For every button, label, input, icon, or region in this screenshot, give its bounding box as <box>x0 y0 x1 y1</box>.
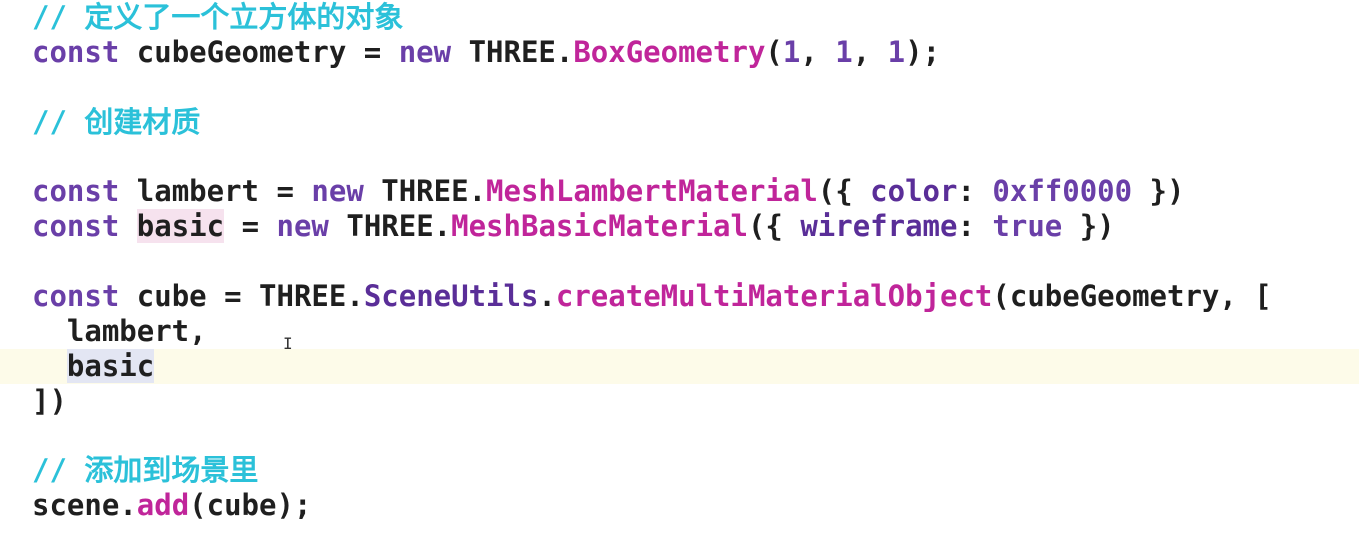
function-MeshLambertMaterial: MeshLambertMaterial <box>486 174 818 208</box>
colon: : <box>957 174 993 208</box>
brace-open: ({ <box>747 209 801 243</box>
identifier-THREE: THREE <box>468 35 556 69</box>
identifier-basic-highlighted: basic <box>136 209 225 243</box>
keyword-new: new <box>311 174 364 208</box>
bracket-open: , [ <box>1219 279 1272 313</box>
colon: : <box>957 209 993 243</box>
code-line-7[interactable]: const basic = new THREE.MeshBasicMateria… <box>0 209 1359 244</box>
ibeam-cursor-icon: I <box>283 334 293 353</box>
identifier-lambert: lambert <box>136 174 259 208</box>
operator-equals: = <box>224 279 242 313</box>
dot: . <box>538 279 556 313</box>
brace-close: }) <box>1062 209 1115 243</box>
function-createMultiMaterialObject: createMultiMaterialObject <box>555 279 993 313</box>
keyword-const: const <box>32 35 120 69</box>
code-line-4[interactable]: // 创建材质 <box>0 105 1359 140</box>
keyword-new: new <box>398 35 452 69</box>
dot: . <box>468 174 487 208</box>
function-MeshBasicMaterial: MeshBasicMaterial <box>451 209 748 243</box>
property-color: color <box>870 174 958 208</box>
identifier-SceneUtils: SceneUtils <box>363 279 539 313</box>
identifier-THREE: THREE <box>346 209 434 243</box>
identifier-scene: scene <box>32 488 120 522</box>
paren-open: ( <box>189 488 207 522</box>
comment-define-cube: // 定义了一个立方体的对象 <box>32 0 404 34</box>
paren-close: ); <box>905 35 941 69</box>
code-line-6[interactable]: const lambert = new THREE.MeshLambertMat… <box>0 174 1359 209</box>
code-line-15[interactable]: scene.add(cube); <box>0 488 1359 523</box>
hex-value: 0xff0000 <box>992 174 1133 208</box>
dot: . <box>119 488 137 522</box>
code-line-10[interactable]: lambert, <box>0 314 1359 349</box>
code-editor[interactable]: // 定义了一个立方体的对象 const cubeGeometry = new … <box>0 0 1359 548</box>
array-item-lambert: lambert, <box>32 314 207 348</box>
code-line-11-current[interactable]: basic <box>0 349 1359 384</box>
identifier-THREE: THREE <box>259 279 347 313</box>
keyword-new: new <box>276 209 329 243</box>
bracket-close: ]) <box>32 384 67 418</box>
keyword-const: const <box>32 209 120 243</box>
keyword-const: const <box>32 279 120 313</box>
paren-close: ); <box>276 488 312 522</box>
number-arg-1: 1 <box>782 35 801 69</box>
keyword-const: const <box>32 174 120 208</box>
dot: . <box>346 279 364 313</box>
identifier-cube: cube <box>206 488 277 522</box>
brace-open: ({ <box>817 174 871 208</box>
code-line-2[interactable]: const cubeGeometry = new THREE.BoxGeomet… <box>0 35 1359 70</box>
identifier-cubeGeometry: cubeGeometry <box>136 35 347 69</box>
function-BoxGeometry: BoxGeometry <box>573 35 766 69</box>
paren-open: ( <box>765 35 783 69</box>
brace-close: }) <box>1132 174 1185 208</box>
code-line-12[interactable]: ]) <box>0 384 1359 419</box>
function-add: add <box>136 488 190 522</box>
boolean-true: true <box>992 209 1063 243</box>
number-arg-2: 1 <box>835 35 853 69</box>
code-line-14[interactable]: // 添加到场景里 <box>0 453 1359 488</box>
identifier-cubeGeometry: cubeGeometry <box>1009 279 1220 313</box>
comment-add-to-scene: // 添加到场景里 <box>32 453 259 487</box>
comma: , <box>800 35 836 69</box>
number-arg-3: 1 <box>887 35 906 69</box>
operator-equals: = <box>363 35 382 69</box>
operator-equals: = <box>276 174 294 208</box>
identifier-THREE: THREE <box>381 174 469 208</box>
paren-open: ( <box>992 279 1010 313</box>
code-line-1[interactable]: // 定义了一个立方体的对象 <box>0 0 1359 35</box>
code-line-9[interactable]: const cube = THREE.SceneUtils.createMult… <box>0 279 1359 314</box>
comment-create-material: // 创建材质 <box>32 105 201 139</box>
dot: . <box>555 35 574 69</box>
comma: , <box>852 35 888 69</box>
identifier-cube: cube <box>136 279 207 313</box>
array-item-basic-highlighted: basic <box>66 349 155 383</box>
property-wireframe: wireframe <box>800 209 958 243</box>
operator-equals: = <box>241 209 260 243</box>
dot: . <box>433 209 452 243</box>
